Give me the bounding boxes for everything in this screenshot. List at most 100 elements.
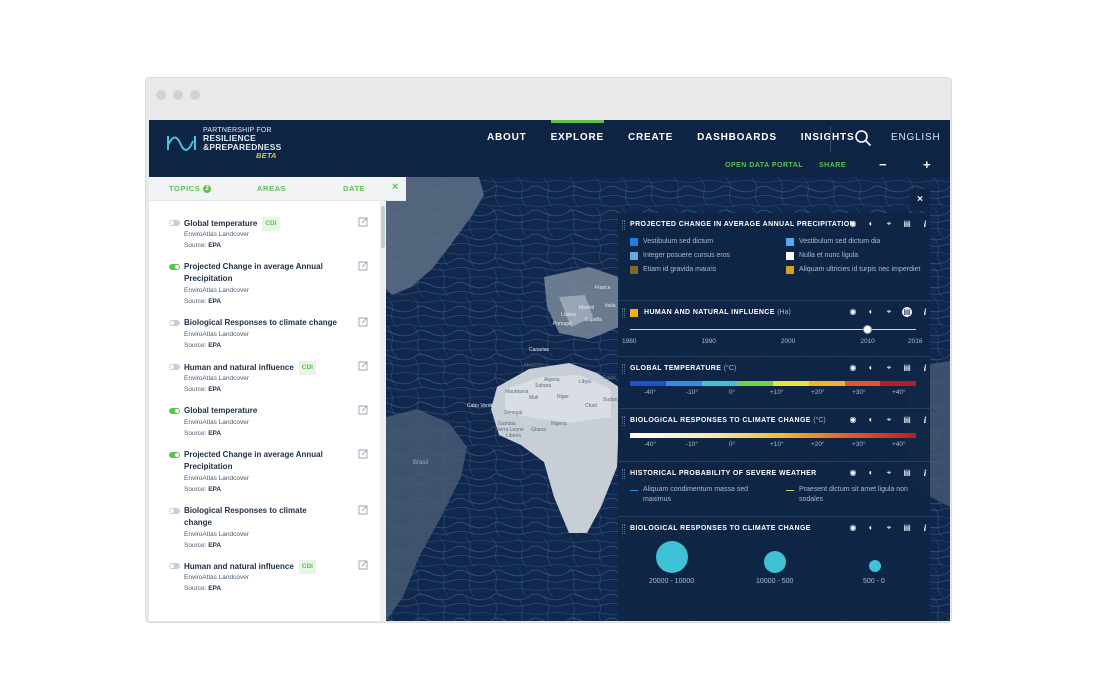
locate-icon[interactable]: ⌖ [884, 363, 894, 373]
share-link[interactable]: SHARE [819, 162, 846, 169]
sidebar-scroll-thumb[interactable] [381, 206, 385, 248]
info-icon[interactable]: i [920, 468, 930, 478]
calendar-icon[interactable]: ▤ [902, 363, 912, 373]
locate-icon[interactable]: ⌖ [884, 415, 894, 425]
legend-title: BIOLOGICAL RESPONSES TO CLIMATE CHANGE (… [630, 417, 826, 424]
search-icon[interactable] [854, 129, 872, 147]
window-minimize-dot[interactable] [173, 90, 183, 100]
locate-icon[interactable]: ⌖ [884, 523, 894, 533]
visibility-eye-icon[interactable]: ◉ [848, 468, 858, 478]
layer-toggle[interactable] [169, 220, 180, 226]
source-label: Source: [184, 342, 207, 349]
drag-handle-icon[interactable] [622, 524, 625, 534]
layer-toggle[interactable] [169, 508, 180, 514]
tab-date[interactable]: DATE [343, 184, 365, 193]
opacity-icon[interactable]: ◐ [866, 415, 876, 425]
locate-icon[interactable]: ⌖ [884, 468, 894, 478]
brand-logo[interactable]: PARTNERSHIP FOR RESILIENCE &PREPAREDNESS… [167, 127, 282, 159]
drag-handle-icon[interactable] [622, 364, 625, 374]
nav-about[interactable]: ABOUT [487, 120, 527, 156]
layer-toggle[interactable] [169, 320, 180, 326]
visibility-eye-icon[interactable]: ◉ [848, 415, 858, 425]
open-layer-icon[interactable] [358, 405, 368, 415]
legend-panel: PROJECTED CHANGE IN AVERAGE ANNUAL PRECI… [618, 213, 930, 621]
opacity-icon[interactable]: ◐ [866, 363, 876, 373]
source-label: Source: [184, 486, 207, 493]
drag-handle-icon[interactable] [622, 220, 625, 230]
layer-source: Source: EPA [184, 583, 221, 594]
calendar-icon[interactable]: ▤ [902, 307, 912, 317]
legend-tools: ◉ ◐ ⌖ ▤ i [848, 415, 930, 425]
map-label: Madrid [579, 305, 595, 311]
open-layer-icon[interactable] [358, 317, 368, 327]
layer-toggle[interactable] [169, 264, 180, 270]
scale-tick: -40° [644, 389, 656, 396]
open-data-portal-link[interactable]: OPEN DATA PORTAL [725, 162, 803, 169]
nav-create[interactable]: CREATE [628, 120, 673, 156]
layer-toggle[interactable] [169, 452, 180, 458]
map-label: Italia [605, 303, 616, 309]
opacity-icon[interactable]: ◐ [866, 219, 876, 229]
tab-areas[interactable]: AREAS [257, 184, 286, 193]
layer-toggle[interactable] [169, 364, 180, 370]
language-selector[interactable]: ENGLISH [891, 120, 941, 156]
open-layer-icon[interactable] [358, 261, 368, 271]
zoom-out-button[interactable]: − [879, 157, 887, 172]
bubble-label: 10000 - 500 [756, 578, 794, 585]
layer-toggle[interactable] [169, 563, 180, 569]
info-icon[interactable]: i [920, 415, 930, 425]
opacity-icon[interactable]: ◐ [866, 468, 876, 478]
calendar-icon[interactable]: ▤ [902, 523, 912, 533]
opacity-icon[interactable]: ◐ [866, 307, 876, 317]
layer-toggle[interactable] [169, 408, 180, 414]
open-layer-icon[interactable] [358, 449, 368, 459]
legend-item: Integer posuere cursus eros [630, 251, 780, 261]
timeline-tick: 2000 [780, 338, 796, 345]
map-label: Nigeria [551, 421, 567, 427]
nav-insights[interactable]: INSIGHTS [801, 120, 855, 156]
info-icon[interactable]: i [920, 363, 930, 373]
open-layer-icon[interactable] [358, 217, 368, 227]
visibility-eye-icon[interactable]: ◉ [848, 523, 858, 533]
source-value: EPA [208, 486, 222, 493]
info-icon[interactable]: i [920, 307, 930, 317]
layer-dataset: EnviroAtlas Landcover [184, 574, 250, 581]
timeline-track[interactable] [630, 329, 916, 330]
info-icon[interactable]: i [920, 219, 930, 229]
locate-icon[interactable]: ⌖ [884, 219, 894, 229]
temperature-color-scale [630, 381, 916, 386]
close-legend-button[interactable]: × [910, 189, 930, 211]
calendar-icon[interactable]: ▤ [902, 415, 912, 425]
calendar-icon[interactable]: ▤ [902, 219, 912, 229]
visibility-eye-icon[interactable]: ◉ [848, 363, 858, 373]
timeline-slider-handle[interactable] [863, 325, 873, 334]
layer-title-text: Global temperature [184, 219, 258, 228]
opacity-icon[interactable]: ◐ [866, 523, 876, 533]
sidebar-scrollbar[interactable] [380, 201, 386, 621]
calendar-icon[interactable]: ▤ [902, 468, 912, 478]
legend-title: PROJECTED CHANGE IN AVERAGE ANNUAL PRECI… [630, 221, 856, 228]
nav-explore[interactable]: EXPLORE [550, 120, 605, 156]
timeline-tick: 1990 [701, 338, 716, 345]
layer-title-text: Human and natural influence [184, 363, 294, 372]
visibility-eye-icon[interactable]: ◉ [848, 219, 858, 229]
drag-handle-icon[interactable] [622, 308, 625, 318]
zoom-in-button[interactable]: + [923, 157, 931, 172]
open-layer-icon[interactable] [358, 560, 368, 570]
nav-dashboards[interactable]: DASHBOARDS [697, 120, 777, 156]
locate-icon[interactable]: ⌖ [884, 307, 894, 317]
open-layer-icon[interactable] [358, 505, 368, 515]
close-sidebar-button[interactable]: × [392, 181, 398, 193]
drag-handle-icon[interactable] [622, 416, 625, 426]
layer-dataset: EnviroAtlas Landcover [184, 375, 250, 382]
info-icon[interactable]: i [920, 523, 930, 533]
open-layer-icon[interactable] [358, 361, 368, 371]
window-maximize-dot[interactable] [190, 90, 200, 100]
browser-window: Brasil Cabo Verde Senegal Gambia Sierra … [145, 77, 952, 623]
legend-item-label: Integer posuere cursus eros [643, 252, 731, 259]
visibility-eye-icon[interactable]: ◉ [848, 307, 858, 317]
tab-topics[interactable]: TOPICS 2 [169, 184, 212, 193]
legend-title: BIOLOGICAL RESPONSES TO CLIMATE CHANGE [630, 525, 811, 532]
window-close-dot[interactable] [156, 90, 166, 100]
drag-handle-icon[interactable] [622, 469, 625, 479]
